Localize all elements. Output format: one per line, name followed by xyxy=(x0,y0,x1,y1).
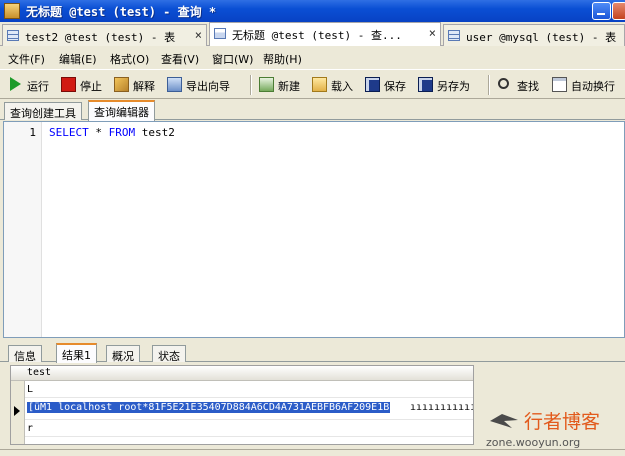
close-tab-icon[interactable]: × xyxy=(195,28,202,42)
current-row-arrow-icon xyxy=(14,406,20,416)
save-as-button[interactable]: 另存为 xyxy=(418,76,476,94)
tab-result1[interactable]: 结果1 xyxy=(56,343,97,363)
save-as-icon xyxy=(418,77,433,92)
toolbar-separator xyxy=(250,75,252,95)
menu-edit[interactable]: 编辑(E) xyxy=(59,51,97,67)
close-window-button[interactable] xyxy=(612,2,625,20)
explain-label: 解释 xyxy=(133,80,155,93)
menu-file[interactable]: 文件(F) xyxy=(8,51,45,67)
doc-tab-label: test2 @test (test) - 表 xyxy=(25,31,176,44)
table-row[interactable]: L xyxy=(25,382,473,398)
grid-cell[interactable]: L xyxy=(27,384,33,395)
explain-button[interactable]: 解释 xyxy=(114,76,160,94)
doc-tab-test2[interactable]: test2 @test (test) - 表 × xyxy=(2,24,207,46)
tab-status[interactable]: 状态 xyxy=(152,345,186,363)
toolbar: 运行 停止 解释 导出向导 新建 载入 保存 另存为 查找 自动换行 xyxy=(0,69,625,99)
menu-format[interactable]: 格式(O) xyxy=(110,51,149,67)
run-label: 运行 xyxy=(27,80,49,93)
watermark: 行者博客 zone.wooyun.org xyxy=(486,406,625,450)
doc-tab-label: user @mysql (test) - 表 xyxy=(466,31,617,44)
toolbar-separator xyxy=(488,75,490,95)
menu-window[interactable]: 窗口(W) xyxy=(212,51,253,67)
grid-header: test xyxy=(11,366,473,381)
sql-code-line[interactable]: SELECT * FROM test2 xyxy=(49,126,175,139)
close-tab-icon[interactable]: × xyxy=(429,26,436,40)
watermark-domain: zone.wooyun.org xyxy=(486,436,581,449)
minimize-button[interactable] xyxy=(592,2,611,20)
doc-tab-label: 无标题 @test (test) - 查... xyxy=(232,29,402,42)
watermark-logo-icon xyxy=(490,414,518,428)
save-label: 保存 xyxy=(384,80,406,93)
doc-tab-query[interactable]: 无标题 @test (test) - 查... × xyxy=(209,22,441,46)
stop-button[interactable]: 停止 xyxy=(61,76,107,94)
run-button[interactable]: 运行 xyxy=(8,76,54,94)
editor-tabs: 查询创建工具 查询编辑器 xyxy=(0,100,625,121)
menu-bar: 文件(F) 编辑(E) 格式(O) 查看(V) 窗口(W) 帮助(H) xyxy=(0,47,625,68)
keyword-from: FROM xyxy=(108,126,136,139)
tab-query-builder[interactable]: 查询创建工具 xyxy=(4,102,82,120)
save-button[interactable]: 保存 xyxy=(365,76,411,94)
app-icon xyxy=(4,3,20,19)
result-grid[interactable]: test L [üM1 localhost root*81F5E21E35407… xyxy=(10,365,474,445)
watermark-text: 行者博客 xyxy=(524,411,601,433)
export-icon xyxy=(167,77,182,92)
keyword-select: SELECT xyxy=(49,126,89,139)
export-wizard-button[interactable]: 导出向导 xyxy=(167,76,239,94)
word-wrap-label: 自动换行 xyxy=(571,80,615,93)
grid-cell[interactable]: r xyxy=(27,423,33,434)
load-button[interactable]: 载入 xyxy=(312,76,358,94)
stop-icon xyxy=(61,77,76,92)
document-tabs: test2 @test (test) - 表 × 无标题 @test (test… xyxy=(0,22,625,46)
new-button[interactable]: 新建 xyxy=(259,76,305,94)
sql-editor[interactable]: 1 SELECT * FROM test2 xyxy=(3,121,625,338)
menu-help[interactable]: 帮助(H) xyxy=(263,51,302,67)
find-label: 查找 xyxy=(517,80,539,93)
menu-view[interactable]: 查看(V) xyxy=(161,51,199,67)
grid-cell-overflow: ııııııııııı xyxy=(410,402,474,413)
grid-cell-selected-text[interactable]: [üM1 localhost root*81F5E21E35407D884A6C… xyxy=(27,402,391,413)
column-header-test[interactable]: test xyxy=(27,367,51,378)
new-icon xyxy=(259,77,274,92)
tab-info[interactable]: 信息 xyxy=(8,345,42,363)
tab-profile[interactable]: 概况 xyxy=(106,345,140,363)
doc-tab-user[interactable]: user @mysql (test) - 表 xyxy=(443,24,625,46)
result-tabs: 信息 结果1 概况 状态 xyxy=(0,343,625,363)
folder-icon xyxy=(312,77,327,92)
save-icon xyxy=(365,77,380,92)
table-icon xyxy=(448,30,460,41)
load-label: 载入 xyxy=(331,80,353,93)
play-icon xyxy=(10,77,21,91)
query-icon xyxy=(214,28,226,39)
explain-icon xyxy=(114,77,129,92)
save-as-label: 另存为 xyxy=(437,80,470,93)
table-row-selected[interactable]: [üM1 localhost root*81F5E21E35407D884A6C… xyxy=(25,398,474,420)
table-row[interactable]: r xyxy=(25,421,473,437)
code-table: test2 xyxy=(135,126,175,139)
stop-label: 停止 xyxy=(80,80,102,93)
search-icon xyxy=(498,78,509,89)
line-number: 1 xyxy=(29,126,36,139)
status-bar xyxy=(0,449,625,456)
word-wrap-button[interactable]: 自动换行 xyxy=(552,76,622,94)
title-bar: 无标题 @test (test) - 查询 * xyxy=(0,0,625,22)
new-label: 新建 xyxy=(278,80,300,93)
word-wrap-icon xyxy=(552,77,567,92)
line-number-gutter: 1 xyxy=(4,122,42,337)
code-star: * xyxy=(88,126,109,139)
table-icon xyxy=(7,30,19,41)
window-title: 无标题 @test (test) - 查询 * xyxy=(26,5,217,19)
export-label: 导出向导 xyxy=(186,80,230,93)
tab-query-editor[interactable]: 查询编辑器 xyxy=(88,100,155,121)
find-button[interactable]: 查找 xyxy=(498,76,544,94)
